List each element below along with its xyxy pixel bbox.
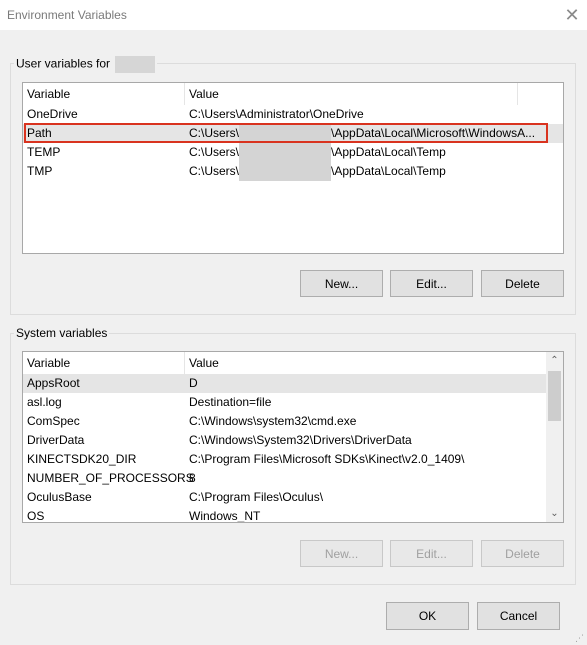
- list-item[interactable]: KINECTSDK20_DIR C:\Program Files\Microso…: [23, 450, 548, 469]
- user-edit-button[interactable]: Edit...: [390, 270, 473, 297]
- resize-grip-icon[interactable]: ⋰: [575, 633, 585, 643]
- list-item[interactable]: TEMP C:\Users\ \AppData\Local\Temp: [23, 143, 563, 162]
- list-item[interactable]: OS Windows_NT: [23, 507, 548, 522]
- list-item[interactable]: OculusBase C:\Program Files\Oculus\: [23, 488, 548, 507]
- user-delete-button[interactable]: Delete: [481, 270, 564, 297]
- list-item[interactable]: TMP C:\Users\ \AppData\Local\Temp: [23, 162, 563, 181]
- list-item[interactable]: NUMBER_OF_PROCESSORS 8: [23, 469, 548, 488]
- user-variables-label: User variables for: [14, 56, 158, 73]
- close-icon: ✕: [564, 4, 580, 25]
- chevron-down-icon: ⌄: [550, 508, 559, 519]
- vertical-scrollbar[interactable]: ⌃ ⌄: [546, 352, 563, 522]
- system-variables-list[interactable]: Variable Value AppsRoot D asl.log Destin…: [22, 351, 564, 523]
- column-header-value[interactable]: Value: [185, 83, 518, 105]
- column-header-variable[interactable]: Variable: [23, 352, 185, 374]
- list-item[interactable]: asl.log Destination=file: [23, 393, 548, 412]
- scroll-up-button[interactable]: ⌃: [546, 352, 563, 369]
- list-item[interactable]: DriverData C:\Windows\System32\Drivers\D…: [23, 431, 548, 450]
- chevron-up-icon: ⌃: [550, 355, 559, 366]
- redacted-username: [115, 56, 156, 73]
- system-delete-button[interactable]: Delete: [481, 540, 564, 567]
- redacted-path: [239, 143, 332, 162]
- redacted-path: [239, 162, 332, 181]
- list-item[interactable]: ComSpec C:\Windows\system32\cmd.exe: [23, 412, 548, 431]
- scroll-thumb[interactable]: [548, 371, 561, 421]
- cancel-button[interactable]: Cancel: [477, 602, 560, 630]
- column-header-value[interactable]: Value: [185, 352, 548, 374]
- list-header: Variable Value: [23, 83, 563, 105]
- system-new-button[interactable]: New...: [300, 540, 383, 567]
- title-bar: Environment Variables ✕: [0, 0, 587, 30]
- user-variables-list[interactable]: Variable Value OneDrive C:\Users\Adminis…: [22, 82, 564, 254]
- column-header-variable[interactable]: Variable: [23, 83, 185, 105]
- close-button[interactable]: ✕: [557, 0, 587, 30]
- user-new-button[interactable]: New...: [300, 270, 383, 297]
- scroll-down-button[interactable]: ⌄: [546, 505, 563, 522]
- system-variables-label: System variables: [14, 326, 110, 340]
- list-item[interactable]: AppsRoot D: [23, 374, 548, 393]
- list-header: Variable Value: [23, 352, 548, 374]
- list-item-selected[interactable]: Path C:\Users\ \AppData\Local\Microsoft\W…: [23, 124, 563, 143]
- window-title: Environment Variables: [7, 8, 127, 22]
- system-edit-button[interactable]: Edit...: [390, 540, 473, 567]
- redacted-path: [239, 124, 332, 143]
- ok-button[interactable]: OK: [386, 602, 469, 630]
- list-item[interactable]: OneDrive C:\Users\Administrator\OneDrive: [23, 105, 563, 124]
